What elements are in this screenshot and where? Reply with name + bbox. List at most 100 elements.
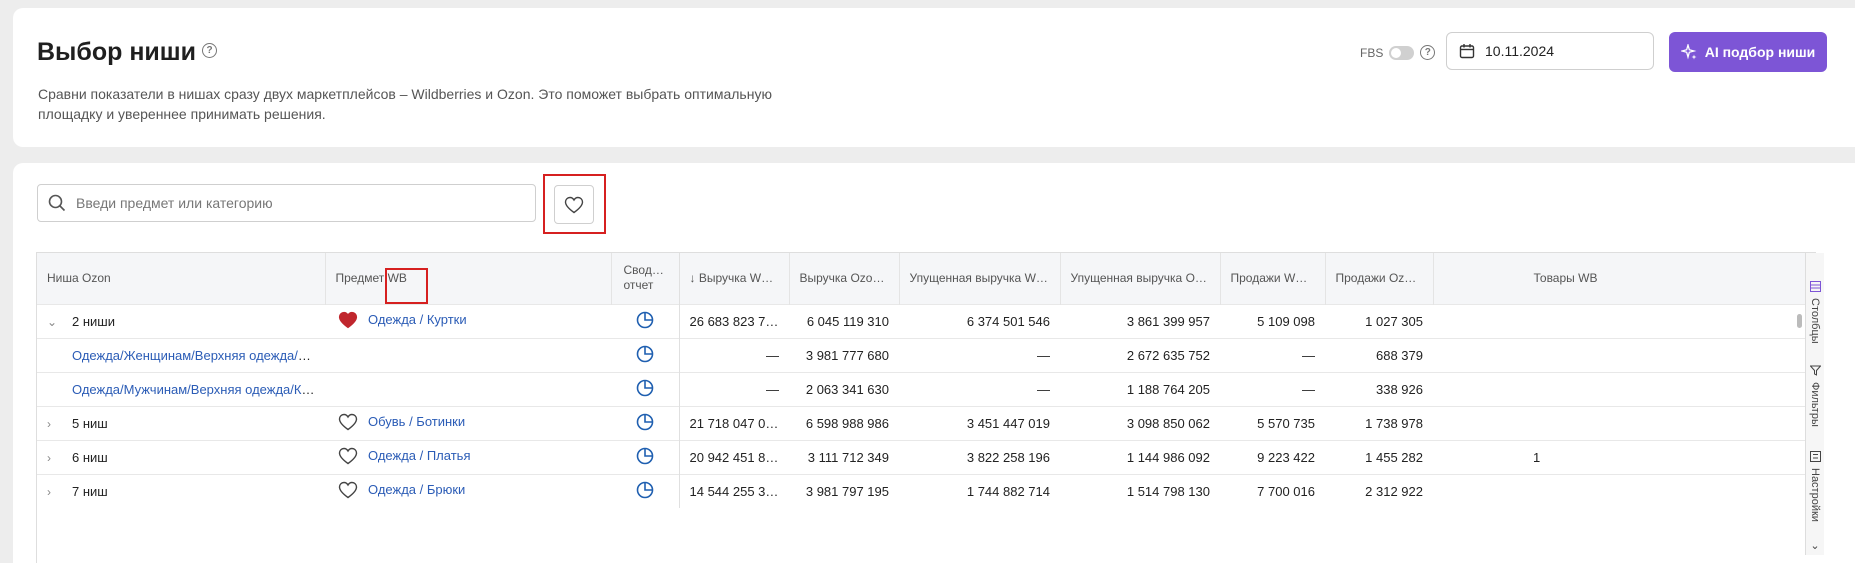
fbs-help-icon[interactable]: ? — [1420, 45, 1436, 60]
cell-goods — [1433, 372, 1816, 406]
help-icon[interactable]: ? — [202, 42, 218, 58]
page-title-text: Выбор ниши — [37, 38, 197, 66]
col-lost-ozon[interactable]: Упущенная выручка Ozon, ₽ — [1059, 253, 1220, 304]
cell-sales-ozon: 338 926 — [1376, 381, 1423, 397]
heart-filled-icon[interactable] — [338, 311, 358, 329]
cell-sales-ozon: 688 379 — [1376, 347, 1423, 363]
niche-group: 6 ниш — [72, 449, 108, 465]
page-description: Сравни показатели в нишах сразу двух мар… — [38, 86, 772, 122]
fbs-label: FBS — [1360, 45, 1384, 60]
table-row[interactable]: Одежда/Женщинам/Верхняя одежда/Куртки — … — [37, 338, 1816, 372]
cell-goods — [1433, 338, 1816, 372]
table-row[interactable]: Одежда/Мужчинам/Верхняя одежда/Куртки — … — [37, 372, 1816, 406]
rail-columns[interactable]: Столбцы — [1806, 281, 1824, 344]
sparkle-icon — [1680, 44, 1697, 60]
cell-lost-ozon: 1 514 798 130 — [1126, 483, 1210, 499]
rail-settings[interactable]: Настройки — [1806, 451, 1824, 522]
highlight-box-favorite-row — [385, 268, 428, 304]
calendar-icon — [1459, 44, 1475, 59]
table-row[interactable]: › 7 ниш Одежда / Брюки 14 544 255 385 3 9… — [37, 474, 1816, 508]
pie-chart-icon[interactable] — [636, 413, 654, 431]
col-sales-wb[interactable]: Продажи WB, шт. — [1219, 253, 1325, 304]
highlight-box-favorites — [543, 174, 606, 234]
heart-outline-icon[interactable] — [338, 413, 358, 431]
niche-link[interactable]: Одежда/Женщинам/Верхняя одежда/Куртки — [72, 348, 325, 363]
cell-lost-wb: 3 822 258 196 — [966, 449, 1050, 465]
subject-link[interactable]: Одежда / Платья — [368, 448, 470, 463]
page-title: Выбор ниши? — [37, 38, 218, 67]
cell-revenue-ozon: 6 598 988 986 — [805, 415, 889, 431]
niche-group: 5 ниш — [72, 415, 108, 431]
columns-icon — [1809, 281, 1821, 292]
chevron-down-icon: ⌄ — [1810, 540, 1820, 552]
search-icon — [48, 194, 66, 212]
subject-link[interactable]: Обувь / Ботинки — [368, 414, 465, 429]
chevron-right-icon[interactable]: › — [47, 451, 62, 465]
cell-goods — [1433, 406, 1816, 440]
cell-revenue-ozon: 3 981 777 680 — [805, 347, 889, 363]
niche-group: 7 ниш — [72, 483, 108, 499]
cell-lost-ozon: 3 861 399 957 — [1126, 313, 1210, 329]
pie-chart-icon[interactable] — [636, 379, 654, 397]
heart-outline-icon[interactable] — [338, 481, 358, 499]
chevron-right-icon[interactable]: › — [47, 417, 62, 431]
table-row[interactable]: › 6 ниш Одежда / Платья 20 942 451 895 3 … — [37, 440, 1816, 474]
niches-card: Введи предмет или категорию Ниша Ozon Пр… — [13, 163, 1855, 563]
cell-lost-wb: 3 451 447 019 — [966, 415, 1050, 431]
ai-niche-button[interactable]: AI подбор ниши — [1669, 32, 1827, 72]
pie-chart-icon[interactable] — [636, 447, 654, 465]
cell-sales-wb: — — [1302, 381, 1315, 397]
subject-link[interactable]: Одежда / Куртки — [368, 312, 467, 327]
col-subject-wb[interactable]: Предмет WB — [324, 253, 611, 304]
col-revenue-wb[interactable]: ↓ Выручка WB, ₽ — [678, 253, 789, 304]
col-lost-wb[interactable]: Упущенная выручка WB, ₽ — [898, 253, 1060, 304]
date-picker[interactable]: 10.11.2024 — [1446, 32, 1654, 70]
cell-sales-ozon: 2 312 922 — [1365, 483, 1423, 499]
col-report[interactable]: Сводный отчет — [610, 253, 680, 304]
cell-lost-ozon: 2 672 635 752 — [1126, 347, 1210, 363]
rail-collapse[interactable]: ⌄ — [1806, 539, 1824, 552]
table-scrollbar[interactable] — [1797, 314, 1802, 328]
cell-revenue-wb: 14 544 255 385 — [689, 483, 780, 499]
table-row[interactable]: ⌄ 2 ниши Одежда / Куртки 26 683 823 798 6… — [37, 304, 1816, 338]
table-row[interactable]: › 5 ниш Обувь / Ботинки 21 718 047 044 6 … — [37, 406, 1816, 440]
heart-outline-icon[interactable] — [338, 447, 358, 465]
col-sales-ozon[interactable]: Продажи Ozon, шт. — [1324, 253, 1433, 304]
cell-revenue-ozon: 2 063 341 630 — [805, 381, 889, 397]
col-niche-ozon[interactable]: Ниша Ozon — [37, 253, 325, 304]
niche-link[interactable]: Одежда/Мужчинам/Верхняя одежда/Куртки — [72, 382, 325, 397]
chevron-down-icon[interactable]: ⌄ — [47, 315, 62, 329]
cell-sales-ozon: 1 455 282 — [1365, 449, 1423, 465]
cell-sales-ozon: 1 027 305 — [1365, 313, 1423, 329]
cell-lost-wb: 1 744 882 714 — [966, 483, 1050, 499]
cell-sales-ozon: 1 738 978 — [1365, 415, 1423, 431]
header-card: Выбор ниши? Сравни показатели в нишах ср… — [13, 8, 1855, 147]
date-value: 10.11.2024 — [1485, 43, 1555, 59]
col-revenue-ozon[interactable]: Выручка Ozon, ₽ — [788, 253, 899, 304]
cell-lost-wb: — — [1037, 381, 1050, 397]
rail-settings-label: Настройки — [1809, 468, 1821, 522]
cell-revenue-wb: — — [766, 347, 779, 363]
cell-lost-ozon: 3 098 850 062 — [1126, 415, 1210, 431]
cell-revenue-ozon: 6 045 119 310 — [806, 313, 889, 329]
col-goods[interactable]: Товары WB — [1432, 253, 1816, 304]
settings-icon — [1809, 451, 1821, 462]
cell-goods: 1 — [1533, 449, 1541, 465]
search-input[interactable]: Введи предмет или категорию — [37, 184, 536, 222]
subject-link[interactable]: Одежда / Брюки — [368, 482, 465, 497]
cell-goods — [1433, 304, 1816, 338]
side-panel-rail: Столбцы Фильтры Настройки ⌄ — [1805, 253, 1824, 555]
pie-chart-icon[interactable] — [636, 311, 654, 329]
niche-group: 2 ниши — [72, 313, 115, 329]
filter-icon — [1809, 365, 1821, 376]
pie-chart-icon[interactable] — [636, 481, 654, 499]
cell-lost-ozon: 1 144 986 092 — [1126, 449, 1210, 465]
search-placeholder: Введи предмет или категорию — [76, 195, 273, 211]
cell-revenue-ozon: 3 111 712 349 — [807, 449, 889, 465]
fbs-toggle[interactable] — [1389, 45, 1415, 60]
cell-sales-wb: 5 109 098 — [1257, 313, 1315, 329]
chevron-right-icon[interactable]: › — [47, 485, 62, 499]
pie-chart-icon[interactable] — [636, 345, 654, 363]
rail-filters[interactable]: Фильтры — [1806, 365, 1824, 427]
cell-sales-wb: — — [1302, 347, 1315, 363]
